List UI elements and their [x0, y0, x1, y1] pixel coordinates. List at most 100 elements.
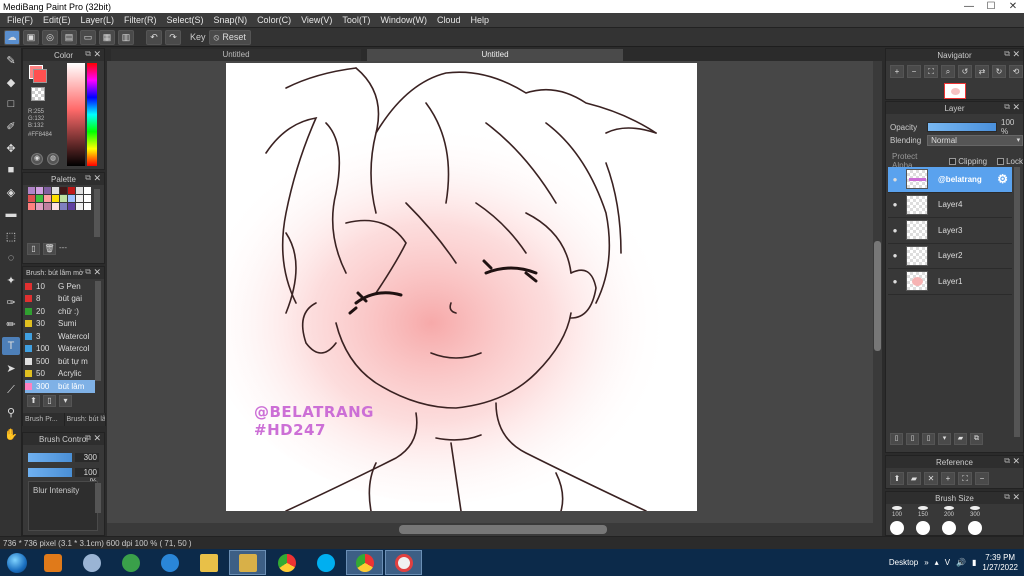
palette-swatch[interactable]: [52, 203, 59, 210]
palette-swatch[interactable]: [84, 195, 91, 202]
grid-icon[interactable]: ▦: [99, 29, 115, 45]
media-player-icon[interactable]: [34, 550, 71, 575]
app-icon[interactable]: [73, 550, 110, 575]
vertical-scrollbar[interactable]: [873, 61, 882, 523]
menu-edit[interactable]: Edit(E): [38, 15, 76, 25]
palette-swatch[interactable]: [76, 187, 83, 194]
lock-checkbox[interactable]: Lock: [997, 157, 1023, 166]
gear-icon[interactable]: ⚙: [997, 172, 1008, 186]
bucket-tool-icon[interactable]: ◈: [2, 183, 20, 201]
close-icon[interactable]: ✕: [1012, 492, 1020, 503]
palette-swatch[interactable]: [84, 203, 91, 210]
menu-tool[interactable]: Tool(T): [337, 15, 375, 25]
brush-item[interactable]: 30 Sumi: [25, 318, 95, 331]
upload-icon[interactable]: ⬆: [890, 472, 904, 485]
palette-swatch[interactable]: [28, 187, 35, 194]
app-active-icon[interactable]: [229, 550, 266, 575]
menu-help[interactable]: Help: [465, 15, 494, 25]
blur-intensity-box[interactable]: Blur Intensity: [28, 481, 98, 531]
comment-icon[interactable]: ◎: [42, 29, 58, 45]
palette-swatch[interactable]: [44, 203, 51, 210]
opacity-slider[interactable]: [927, 122, 997, 132]
new-palette-icon[interactable]: ▯: [27, 243, 40, 255]
hand-tool-icon[interactable]: ✋: [2, 425, 20, 443]
page-icon[interactable]: ▭: [80, 29, 96, 45]
palette-swatch[interactable]: [36, 195, 43, 202]
palette-swatch[interactable]: [76, 195, 83, 202]
new-layer-icon[interactable]: ▯: [890, 433, 903, 445]
saturation-picker[interactable]: [67, 63, 85, 166]
dock-icon[interactable]: ⧉: [1004, 456, 1010, 466]
chrome-active-icon[interactable]: [346, 550, 383, 575]
flip-icon[interactable]: ⇄: [975, 65, 989, 78]
volume-icon[interactable]: 🔊: [956, 558, 966, 567]
layer-row-layer3[interactable]: ● Layer3: [888, 218, 1012, 244]
close-icon[interactable]: ✕: [93, 267, 101, 278]
navigator-preview[interactable]: [944, 83, 966, 99]
clock[interactable]: 7:39 PM 1/27/2022: [982, 553, 1018, 573]
brush-item[interactable]: 10 G Pen: [25, 280, 95, 293]
cloud-icon[interactable]: ☁: [4, 29, 20, 45]
move-tool-icon[interactable]: ✥: [2, 139, 20, 157]
reset-button[interactable]: ⦸ Reset: [208, 29, 251, 45]
zoom-out-icon[interactable]: −: [907, 65, 921, 78]
operation-tool-icon[interactable]: ➤: [2, 359, 20, 377]
tab-brush-presets[interactable]: Brush Pr...: [23, 413, 65, 426]
copy-brush-icon[interactable]: ▯: [43, 395, 56, 407]
close-icon[interactable]: ✕: [93, 433, 101, 444]
brush-size-option[interactable]: 150: [916, 506, 930, 535]
brush-menu-icon[interactable]: ▾: [59, 395, 72, 407]
chevron-icon[interactable]: »: [924, 558, 928, 567]
add-brush-icon[interactable]: ⬆: [27, 395, 40, 407]
horizontal-scroll-thumb[interactable]: [399, 525, 607, 534]
brush-tool-icon[interactable]: ✎: [2, 51, 20, 69]
network-icon[interactable]: ▮: [972, 558, 976, 567]
fit-icon[interactable]: ⛶: [924, 65, 938, 78]
text-tool-icon[interactable]: T: [2, 337, 20, 355]
tab-brush-current[interactable]: Brush: bút lâ...: [64, 413, 106, 426]
secondary-color-swatch[interactable]: [33, 69, 47, 83]
ie-icon[interactable]: [151, 550, 188, 575]
chrome-icon[interactable]: [268, 550, 305, 575]
brush-item[interactable]: 50 Acrylic: [25, 368, 95, 381]
dock-icon[interactable]: ⧉: [85, 49, 91, 59]
menu-layer[interactable]: Layer(L): [76, 15, 120, 25]
rotate-left-icon[interactable]: ↺: [958, 65, 972, 78]
color-picker-icon[interactable]: ◍: [47, 153, 59, 165]
open-folder-icon[interactable]: ▰: [907, 472, 921, 485]
add-layer-menu-icon[interactable]: ▾: [938, 433, 951, 445]
language-indicator[interactable]: V: [945, 558, 950, 567]
visibility-dot-icon[interactable]: ●: [888, 277, 902, 286]
new-halftone-layer-icon[interactable]: ▯: [906, 433, 919, 445]
close-icon[interactable]: ✕: [1012, 102, 1020, 113]
select-pen-icon[interactable]: ✑: [2, 293, 20, 311]
medibang-icon[interactable]: [385, 550, 422, 575]
palette-swatch[interactable]: [60, 195, 67, 202]
undo-icon[interactable]: ↶: [146, 29, 162, 45]
palette-swatch[interactable]: [60, 187, 67, 194]
palette-swatch[interactable]: [44, 195, 51, 202]
layer-scrollbar[interactable]: [1014, 167, 1020, 437]
tab-untitled-1[interactable]: Untitled: [111, 49, 361, 61]
palette-swatch[interactable]: [28, 203, 35, 210]
brush-item[interactable]: 8 bút gai: [25, 293, 95, 306]
palette-swatch[interactable]: [36, 203, 43, 210]
palette-swatch[interactable]: [68, 203, 75, 210]
brush-control-scrollbar[interactable]: [95, 483, 101, 513]
menu-view[interactable]: View(V): [296, 15, 337, 25]
brush-size-slider[interactable]: [28, 453, 72, 462]
delete-palette-icon[interactable]: 🗑: [43, 243, 56, 255]
eraser-tool-icon[interactable]: ◆: [2, 73, 20, 91]
color-wheel-icon[interactable]: ◉: [31, 153, 43, 165]
explorer-icon[interactable]: [190, 550, 227, 575]
palette-swatch[interactable]: [84, 187, 91, 194]
canvas-area[interactable]: @BELATRANG #HD247: [107, 61, 873, 523]
palette-swatch[interactable]: [52, 195, 59, 202]
close-icon[interactable]: ✕: [1012, 456, 1020, 467]
menu-cloud[interactable]: Cloud: [432, 15, 466, 25]
save-icon[interactable]: ▣: [23, 29, 39, 45]
divide-tool-icon[interactable]: ⟋: [2, 381, 20, 399]
tray-arrow-icon[interactable]: ▴: [935, 558, 939, 567]
visibility-dot-icon[interactable]: ●: [888, 175, 902, 184]
tile-icon[interactable]: ▥: [118, 29, 134, 45]
